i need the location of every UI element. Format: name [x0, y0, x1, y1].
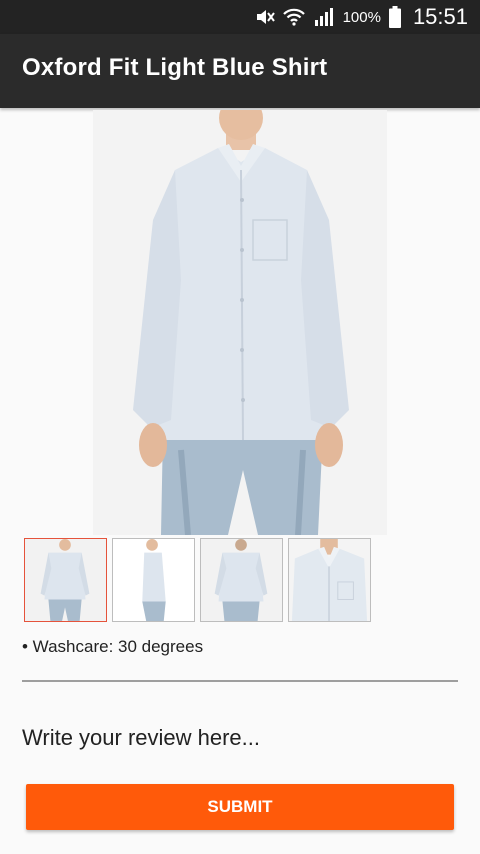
- thumbnail-back[interactable]: [200, 538, 283, 622]
- front-view-thumbnail: [25, 539, 106, 621]
- shirt-model-photo: [93, 96, 387, 536]
- app-bar: Oxford Fit Light Blue Shirt: [0, 34, 480, 108]
- status-bar: 100% 15:51: [0, 0, 480, 34]
- back-view-thumbnail: [201, 539, 282, 621]
- thumbnail-strip: [24, 538, 376, 624]
- submit-button[interactable]: SUBMIT: [26, 784, 454, 830]
- page-title: Oxford Fit Light Blue Shirt: [22, 54, 328, 81]
- washcare-detail: • Washcare: 30 degrees: [22, 637, 204, 656]
- thumbnail-collar[interactable]: [288, 538, 371, 622]
- signal-icon: [313, 7, 335, 27]
- side-view-thumbnail: [113, 539, 194, 621]
- mute-icon: [255, 7, 275, 27]
- status-icons: 100% 15:51: [255, 4, 468, 30]
- thumbnail-side[interactable]: [112, 538, 195, 622]
- product-main-image[interactable]: [93, 96, 387, 536]
- clock: 15:51: [412, 4, 468, 29]
- wifi-icon: [282, 7, 305, 27]
- thumbnail-front[interactable]: [24, 538, 107, 622]
- battery-percent: 100%: [342, 8, 381, 26]
- collar-closeup-thumbnail: [289, 539, 370, 621]
- divider: [22, 680, 458, 682]
- battery-icon: [388, 6, 401, 28]
- review-input[interactable]: [22, 722, 458, 754]
